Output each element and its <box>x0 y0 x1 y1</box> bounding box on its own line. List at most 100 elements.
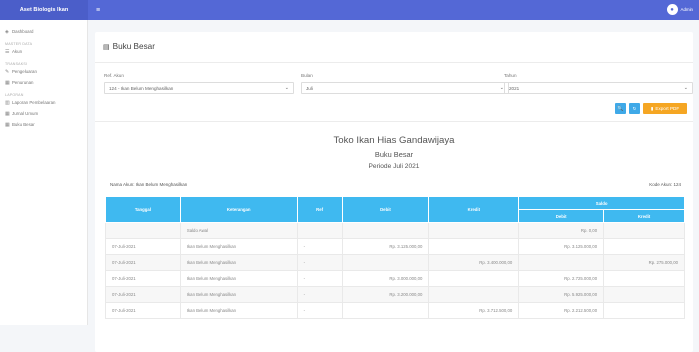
dashboard-icon: ◈ <box>5 28 9 35</box>
cell-ref: - <box>296 302 343 319</box>
cell-saldo-debit: Rp. 3.125.000,00 <box>518 238 605 255</box>
table-row: 07-Juli-2021 Ikan Belum Menghasilkan - Rp. … <box>105 270 685 287</box>
report-period: Periode Juli 2021 <box>368 163 420 170</box>
sidebar-item-jurnal-umum[interactable]: ▦ Jurnal Umum <box>0 108 87 119</box>
cell-keterangan: Saldo Awal <box>179 222 298 239</box>
cell-ref <box>296 222 343 239</box>
ledger-table: Tanggal Keterangan Ref Debit Kredit Sald… <box>105 196 685 319</box>
sidebar-section-heading: LAPORAN <box>5 93 24 97</box>
book-icon: ▤ <box>103 43 110 51</box>
list-icon: ☰ <box>5 48 10 55</box>
cell-kredit <box>428 286 520 303</box>
cell-saldo-debit: Rp. 2.212.500,00 <box>518 302 605 319</box>
refresh-button[interactable]: ↻ <box>629 103 640 114</box>
refresh-icon: ↻ <box>632 105 637 111</box>
chevron-down-icon: ⌄ <box>683 85 688 91</box>
table-icon: ▦ <box>5 121 10 128</box>
col-kredit: Kredit <box>428 196 520 223</box>
cell-ref: - <box>296 254 343 271</box>
table-row: 07-Juli-2021 Ikan Belum Menghasilkan - Rp. … <box>105 254 685 271</box>
fish-icon: ✎ <box>5 68 10 75</box>
cell-tanggal: 07-Juli-2021 <box>105 286 181 303</box>
cell-debit: Rp. 3.125.000,00 <box>341 238 430 255</box>
col-keterangan: Keterangan <box>179 196 298 223</box>
sidebar-item-label: Akun <box>12 49 23 54</box>
cell-debit: Rp. 3.200.000,00 <box>341 286 430 303</box>
cell-kredit <box>428 270 520 287</box>
cell-ref: - <box>296 270 343 287</box>
cell-saldo-kredit: Rp. 275.000,00 <box>603 254 685 271</box>
sidebar-item-laporan-pembelaaran[interactable]: ▥ Laporan Pembelaaran <box>0 97 87 108</box>
chart-icon: ▥ <box>5 99 10 106</box>
sidebar-item-label: Penurunan <box>12 80 34 85</box>
cell-saldo-kredit <box>603 302 685 319</box>
sidebar-item-label: Jurnal Umum <box>12 111 39 116</box>
sidebar-item-label: Pengeluaran <box>12 69 37 74</box>
akun-select[interactable]: 124 - Ikan Belum Menghasilkan ⌄ <box>104 82 294 94</box>
col-tanggal: Tanggal <box>105 196 181 223</box>
divider <box>95 121 693 122</box>
table-icon: ▦ <box>5 79 10 86</box>
bulan-label: Bulan <box>301 73 313 78</box>
account-name: Nama Akun: Ikan Belum Menghasilkan <box>110 182 188 187</box>
cell-kredit: Rp. 3.400.000,00 <box>428 254 520 271</box>
report-company: Toko Ikan Hias Gandawijaya <box>333 135 455 146</box>
search-button[interactable]: 🔍 <box>615 103 626 114</box>
table-row: 07-Juli-2021 Ikan Belum Menghasilkan - Rp. … <box>105 302 685 319</box>
sidebar-item-label: Laporan Pembelaaran <box>12 100 56 105</box>
cell-saldo-kredit <box>603 286 685 303</box>
col-ref: Ref <box>296 196 343 223</box>
cell-tanggal: 07-Juli-2021 <box>105 238 181 255</box>
cell-keterangan: Ikan Belum Menghasilkan <box>179 286 298 303</box>
export-pdf-label: Export PDF <box>655 106 680 111</box>
user-menu[interactable]: ● Admin <box>666 4 693 15</box>
col-saldo-kredit: Kredit <box>603 209 685 223</box>
cell-saldo-debit: Rp. 0,00 <box>518 222 605 239</box>
user-name: Admin <box>680 7 693 12</box>
hamburger-menu-icon[interactable]: ≡ <box>96 7 100 14</box>
sidebar-section-heading: MASTER DATA <box>5 42 33 46</box>
cell-kredit <box>428 238 520 255</box>
cell-tanggal: 07-Juli-2021 <box>105 302 181 319</box>
bulan-select-value: Juli <box>306 85 313 91</box>
export-pdf-button[interactable]: ▮ Export PDF <box>643 103 687 114</box>
top-navbar: Aset Biologis Ikan ≡ ● Admin <box>0 0 699 20</box>
cell-keterangan: Ikan Belum Menghasilkan <box>179 238 298 255</box>
cell-ref: - <box>296 286 343 303</box>
col-saldo-debit: Debit <box>518 209 605 223</box>
avatar: ● <box>666 4 678 15</box>
cell-debit: Rp. 3.000.000,00 <box>341 270 430 287</box>
col-debit: Debit <box>341 196 430 223</box>
cell-saldo-debit <box>518 254 605 271</box>
tahun-label: Tahun <box>504 73 517 78</box>
chevron-down-icon: ⌄ <box>284 85 289 91</box>
sidebar-item-label: Buku Besar <box>12 122 35 127</box>
main-content: ▤ Buku Besar Ref. Akun 124 - Ikan Belum … <box>88 20 699 352</box>
cell-keterangan: Ikan Belum Menghasilkan <box>179 302 298 319</box>
cell-debit <box>341 302 430 319</box>
cell-saldo-kredit <box>603 238 685 255</box>
sidebar-item-label: Dashboard <box>12 29 34 34</box>
page-title: ▤ Buku Besar <box>103 42 155 51</box>
page-title-text: Buku Besar <box>112 42 155 51</box>
cell-tanggal: 07-Juli-2021 <box>105 270 181 287</box>
sidebar-section-heading: TRANSAKSI <box>5 62 28 66</box>
bulan-select[interactable]: Juli ⌄ <box>301 82 509 94</box>
sidebar-item-pengeluaran[interactable]: ✎ Pengeluaran <box>0 66 87 77</box>
sidebar-item-buku-besar[interactable]: ▦ Buku Besar <box>0 119 87 130</box>
cell-tanggal <box>105 222 181 239</box>
akun-select-value: 124 - Ikan Belum Menghasilkan <box>109 85 174 91</box>
cell-saldo-debit: Rp. 5.925.000,00 <box>518 286 605 303</box>
report-title: Buku Besar <box>374 150 414 159</box>
brand-logo[interactable]: Aset Biologis Ikan <box>0 0 88 20</box>
cell-debit <box>341 254 430 271</box>
ledger-card: ▤ Buku Besar Ref. Akun 124 - Ikan Belum … <box>95 32 693 352</box>
cell-saldo-kredit <box>603 270 685 287</box>
sidebar-item-akun[interactable]: ☰ Akun <box>0 46 87 57</box>
tahun-select[interactable]: 2021 ⌄ <box>504 82 693 94</box>
sidebar-item-penurunan[interactable]: ▦ Penurunan <box>0 77 87 88</box>
col-saldo: Saldo <box>518 196 685 210</box>
sidebar-item-dashboard[interactable]: ◈ Dashboard <box>0 26 87 37</box>
table-icon: ▦ <box>5 110 10 117</box>
divider <box>95 62 693 63</box>
